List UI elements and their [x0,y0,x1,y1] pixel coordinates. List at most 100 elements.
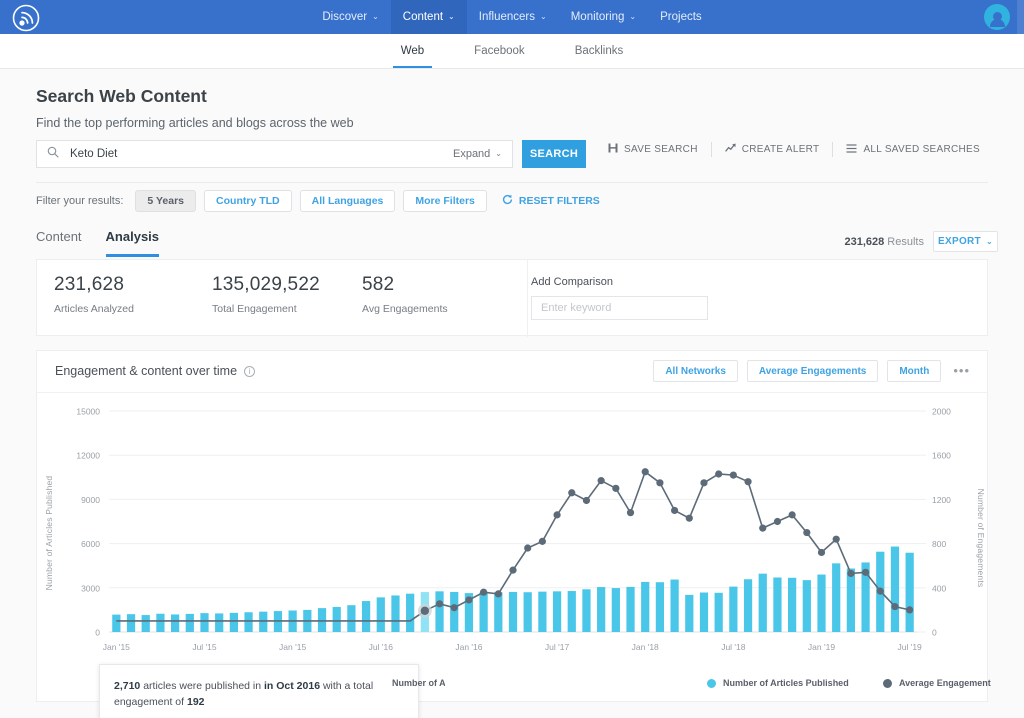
user-avatar-icon[interactable] [984,4,1010,30]
filter-chip-more-filters[interactable]: More Filters [403,190,487,212]
chart-line-point[interactable] [436,600,443,607]
chart-line-point[interactable] [891,603,898,610]
nav-item-content[interactable]: Content ⌄ [391,0,467,34]
chart-filter-average-engagements[interactable]: Average Engagements [747,360,878,382]
chart-line-point[interactable] [789,511,796,518]
tab-analysis[interactable]: Analysis [106,229,159,257]
search-button[interactable]: SEARCH [522,140,586,168]
nav-item-projects[interactable]: Projects [648,0,714,34]
chart-bar[interactable] [112,615,120,632]
chart-line-point[interactable] [744,478,751,485]
chart-bar[interactable] [391,595,399,632]
chart-line-point[interactable] [686,515,693,522]
chart-bar[interactable] [200,613,208,632]
chart-line-point[interactable] [847,570,854,577]
more-options-icon[interactable]: ••• [950,366,973,376]
chart-line-point[interactable] [553,511,560,518]
chart-line-point[interactable] [539,538,546,545]
chart-line-point[interactable] [583,497,590,504]
chart-bar[interactable] [729,587,737,632]
create-alert-button[interactable]: CREATE ALERT [712,143,833,156]
chart-bar[interactable] [186,614,194,632]
chart-bar[interactable] [553,591,561,632]
export-button[interactable]: EXPORT ⌄ [933,231,998,252]
chart-bar[interactable] [406,594,414,632]
search-input-container[interactable]: Keto Diet Expand ⌄ [36,140,513,168]
nav-item-discover[interactable]: Discover ⌄ [310,0,390,34]
chart-line-point[interactable] [598,477,605,484]
chart-bar[interactable] [127,614,135,632]
chart-bar[interactable] [480,593,488,632]
chart-line-point[interactable] [715,470,722,477]
chart-bar[interactable] [612,588,620,632]
chart-bar[interactable] [803,580,811,632]
chart-bar[interactable] [759,574,767,632]
engagement-chart-svg[interactable]: 0300060009000120001500004008001200160020… [37,393,989,702]
chart-line-point[interactable] [612,485,619,492]
chart-line-point[interactable] [730,471,737,478]
expand-toggle[interactable]: Expand ⌄ [453,148,502,160]
tab-facebook[interactable]: Facebook [466,34,533,68]
chart-bar[interactable] [568,591,576,632]
search-input[interactable]: Keto Diet [70,148,453,160]
chart-bar[interactable] [524,592,532,632]
chart-filter-all-networks[interactable]: All Networks [653,360,738,382]
chart-bar[interactable] [700,593,708,632]
chart-bar[interactable] [377,597,385,632]
chart-bar[interactable] [509,592,517,632]
chart-line-point[interactable] [509,567,516,574]
comparison-keyword-input[interactable] [531,296,708,320]
filter-chip-country-tld[interactable]: Country TLD [204,190,292,212]
chart-line-point[interactable] [642,468,649,475]
chart-line-point[interactable] [803,529,810,536]
chart-bar[interactable] [641,582,649,632]
chart-line-point[interactable] [495,590,502,597]
chart-bar[interactable] [142,615,150,632]
chart-bar[interactable] [715,593,723,632]
filter-chip-languages[interactable]: All Languages [300,190,396,212]
chart-line-point[interactable] [656,479,663,486]
chart-bar[interactable] [891,547,899,632]
chart-bar[interactable] [773,577,781,632]
chart-bar[interactable] [538,592,546,632]
signal-logo-icon[interactable] [12,4,40,32]
save-search-button[interactable]: SAVE SEARCH [595,143,711,156]
chart-bar[interactable] [435,591,443,632]
filter-chip-years[interactable]: 5 Years [135,190,196,212]
chart-line-point[interactable] [480,589,487,596]
legend-item-average-engagement[interactable]: Average Engagement [883,678,991,688]
tab-backlinks[interactable]: Backlinks [567,34,632,68]
chart-bar[interactable] [582,589,590,632]
chart-bar[interactable] [906,553,914,632]
chart-bar[interactable] [230,613,238,632]
chart-line-point[interactable] [451,604,458,611]
all-saved-searches-button[interactable]: ALL SAVED SEARCHES [833,144,993,156]
chart-bar[interactable] [244,612,252,632]
chart-bar[interactable] [450,592,458,632]
chart-line-point[interactable] [906,606,913,613]
chart-bar[interactable] [347,605,355,632]
info-icon[interactable]: i [244,366,255,377]
tab-content[interactable]: Content [36,229,82,257]
chart-bar[interactable] [362,601,370,632]
chart-line-point[interactable] [818,549,825,556]
nav-item-monitoring[interactable]: Monitoring ⌄ [559,0,648,34]
chart-bar[interactable] [788,578,796,632]
chart-line-point[interactable] [862,569,869,576]
chart-bar[interactable] [626,587,634,632]
chart-line-point[interactable] [465,596,472,603]
chart-bar[interactable] [817,575,825,632]
chart-bar[interactable] [333,607,341,632]
legend-item-articles-published[interactable]: Number of Articles Published [707,678,849,688]
chart-line-point[interactable] [700,479,707,486]
chart-bar[interactable] [494,592,502,632]
chart-bar[interactable] [847,568,855,632]
chart-bar[interactable] [215,613,223,632]
chart-bar[interactable] [259,612,267,632]
chart-bar[interactable] [156,614,164,632]
chart-line-point[interactable] [759,525,766,532]
chart-bar[interactable] [656,582,664,632]
chart-bar[interactable] [171,614,179,632]
chart-line-point[interactable] [524,544,531,551]
chart-line-point[interactable] [671,507,678,514]
